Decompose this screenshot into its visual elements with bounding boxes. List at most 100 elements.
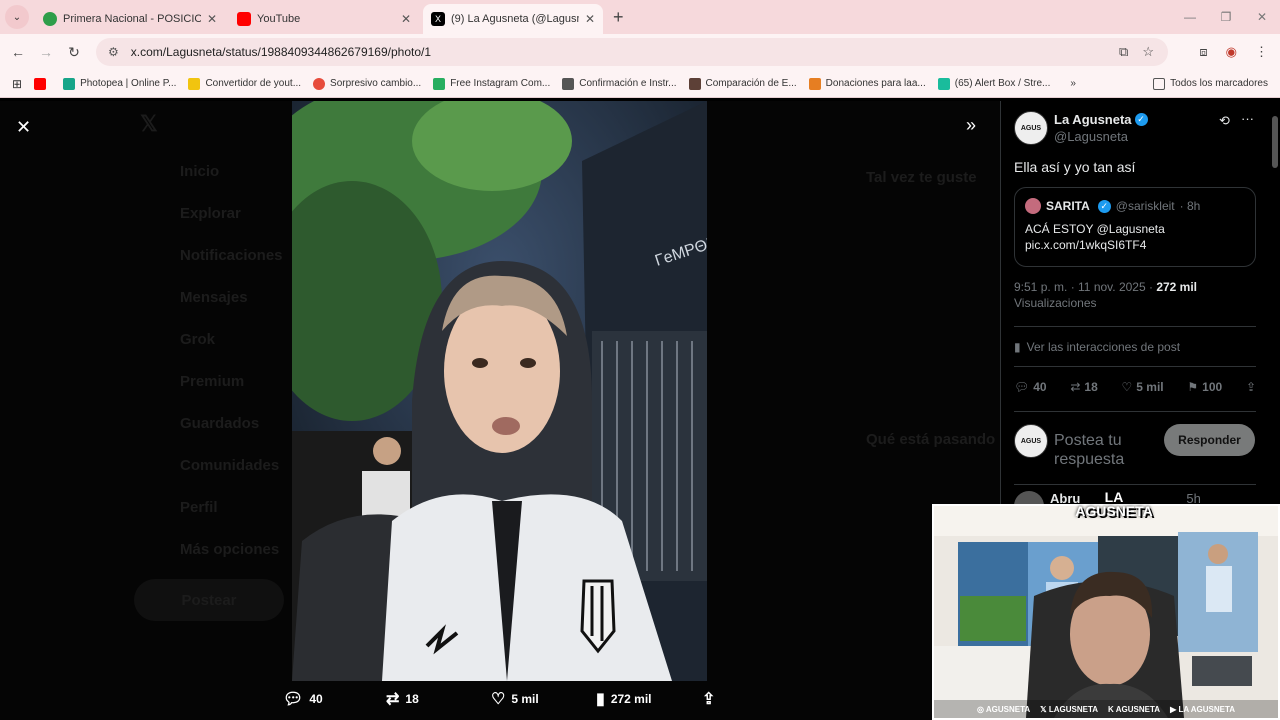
share-stat[interactable]: ⇪ [1246,380,1256,394]
close-tab-icon[interactable]: ✕ [401,12,411,26]
bookmark-item[interactable]: Donaciones para laa... [808,77,926,90]
new-tab-icon[interactable]: + [613,7,624,28]
quote-handle: @sariskleit [1115,199,1175,213]
bookmark-item[interactable]: Free Instagram Com... [433,77,550,90]
interactions-link[interactable]: ▮ Ver las interacciones de post [1014,340,1180,354]
bookmark-label: Donaciones para laa... [825,78,926,89]
share-action[interactable]: ⇪ [702,689,715,709]
divider [1014,366,1256,367]
social-handles-bar: ◎ AGUSNETA 𝕏 LAGUSNETA K AGUSNETA ▶ LA A… [934,700,1278,718]
x-handle: 𝕏 LAGUSNETA [1040,705,1098,714]
bookmark-item[interactable]: Comparación de E... [688,77,797,90]
tab-youtube[interactable]: YouTube ✕ [229,4,419,34]
kick-label: AGUSNETA [1115,704,1161,714]
quoted-post[interactable]: SARITA ✓ @sariskleit · 8h ACÁ ESTOY @Lag… [1014,187,1256,267]
youtube-handle: ▶ LA AGUSNETA [1170,705,1235,714]
suggestions-title: Tal vez te guste [866,169,977,186]
close-window-icon[interactable]: ✕ [1244,0,1280,34]
nav-profile: Perfil [180,499,218,516]
install-app-icon[interactable]: ⧉ [1119,44,1128,60]
back-icon[interactable]: ← [4,44,32,60]
like-stat[interactable]: ♡ 5 mil [1122,380,1164,394]
bookmark-item[interactable]: Convertidor de yout... [188,77,301,90]
quote-author-name: SARITA [1046,199,1090,213]
all-bookmarks[interactable]: Todos los marcadores [1153,77,1268,90]
apps-grid-icon[interactable]: ⊞ [12,77,22,91]
views-bar-chart-icon: ▮ [596,691,605,708]
expand-panel-icon[interactable]: » [966,115,976,136]
nav-communities: Comunidades [180,457,280,474]
reply-icon: 💬︎ [283,691,304,708]
reply-count: 40 [1033,380,1047,394]
reply-stat[interactable]: 💬︎ 40 [1014,380,1047,394]
more-options-icon[interactable]: ··· [1241,111,1254,126]
selfie-photo-image: ΓeMPΘNI [292,101,707,681]
tab-primera-nacional[interactable]: Primera Nacional - POSICIONES ✕ [35,4,225,34]
bookmark-star-icon[interactable]: ☆ [1142,44,1154,60]
reply-input[interactable]: Postea tu respuesta [1054,431,1154,469]
bookmark-item[interactable]: Photopea | Online P... [63,77,176,90]
like-count: 5 mil [511,692,539,706]
post-time[interactable]: 9:51 p. m. · 11 nov. 2025 · [1014,280,1153,294]
quote-link[interactable]: pic.x.com/1wkqSI6TF4 [1025,238,1245,252]
x-icon: 𝕏 [1040,704,1047,714]
restore-icon[interactable]: ❐ [1208,0,1244,34]
forward-icon[interactable]: → [32,44,60,60]
tab-search-chevron-icon[interactable]: ⌄ [5,5,29,29]
bookmark-item[interactable]: Sorpresivo cambio... [313,77,421,90]
more-menu-icon[interactable]: ⋮ [1255,44,1268,60]
repost-stat[interactable]: ⇄ 18 [1070,380,1097,394]
nav-premium: Premium [180,373,245,390]
tab-x-agusneta[interactable]: X (9) La Agusneta (@Lagusneta) / X ✕ [423,4,603,34]
repost-action[interactable]: ⇄ 18 [386,689,419,709]
bookmark-item[interactable]: Confirmación e Instr... [562,77,677,90]
extensions-icon[interactable]: ⧈ [1199,44,1207,60]
reply-action[interactable]: 💬︎ 40 [283,689,323,709]
profile-icon[interactable]: ◉ [1226,44,1237,60]
views-count: 272 mil [1156,280,1198,294]
reply-count: 40 [309,692,323,706]
webcam-overlay: ◎ AGUSNETA 𝕏 LAGUSNETA K AGUSNETA ▶ LA A… [932,504,1280,720]
post-meta: 9:51 p. m. · 11 nov. 2025 · 272 mil Visu… [1014,279,1197,311]
grok-icon[interactable]: ⟲ [1219,113,1230,129]
reply-button[interactable]: Responder [1164,424,1255,456]
panel-scrollbar[interactable] [1272,116,1278,168]
repost-icon: ⇄ [386,691,400,708]
bookmark-stat[interactable]: ⚑ 100 [1187,380,1222,394]
like-action[interactable]: ♡ 5 mil [491,689,539,709]
avatar[interactable]: AGUS [1014,111,1048,145]
quote-text: ACÁ ESTOY @Lagusneta [1025,222,1165,236]
page-icon [688,77,701,90]
youtube-icon [34,77,47,90]
bookmark-item[interactable]: (65) Alert Box / Stre... [937,77,1050,90]
reload-icon[interactable]: ↻ [60,44,88,61]
post-text: Ella así y yo tan así [1014,159,1136,175]
site-info-icon[interactable]: ⚙ [108,45,119,59]
views-action[interactable]: ▮ 272 mil [596,689,652,709]
close-tab-icon[interactable]: ✕ [207,12,217,26]
quote-avatar [1025,198,1041,214]
close-viewer-icon[interactable]: ✕ [16,117,31,138]
verified-badge-icon: ✓ [1134,113,1148,127]
interactions-label: Ver las interacciones de post [1026,340,1181,354]
news-icon [313,77,326,90]
photopea-icon [63,77,76,90]
url-field[interactable]: ⚙ x.com/Lagusneta/status/198840934486267… [96,38,1168,66]
author-name[interactable]: La Agusneta [1054,112,1132,127]
minimize-icon[interactable]: — [1172,0,1208,34]
author-handle[interactable]: @Lagusneta [1054,129,1148,144]
nav-grok: Grok [180,331,216,348]
more-bookmarks-icon[interactable]: » [1070,78,1076,89]
close-tab-icon[interactable]: ✕ [585,12,595,26]
my-avatar[interactable]: AGUS [1014,424,1048,458]
bookmark-label: Comparación de E... [705,78,797,89]
instagram-handle: ◎ AGUSNETA [977,705,1030,714]
photo-viewer: 𝕏 Inicio Explorar Notificaciones Mensaje… [0,101,1000,720]
x-favicon-icon: X [431,12,445,26]
all-bookmarks-label: Todos los marcadores [1170,78,1268,89]
bookmark-label: Confirmación e Instr... [579,78,677,89]
instagram-icon: ◎ [976,704,984,714]
url-text: x.com/Lagusneta/status/19884093448626791… [130,45,432,59]
bookmark-youtube[interactable] [34,77,51,90]
post-photo[interactable]: ΓeMPΘNI [292,101,707,681]
